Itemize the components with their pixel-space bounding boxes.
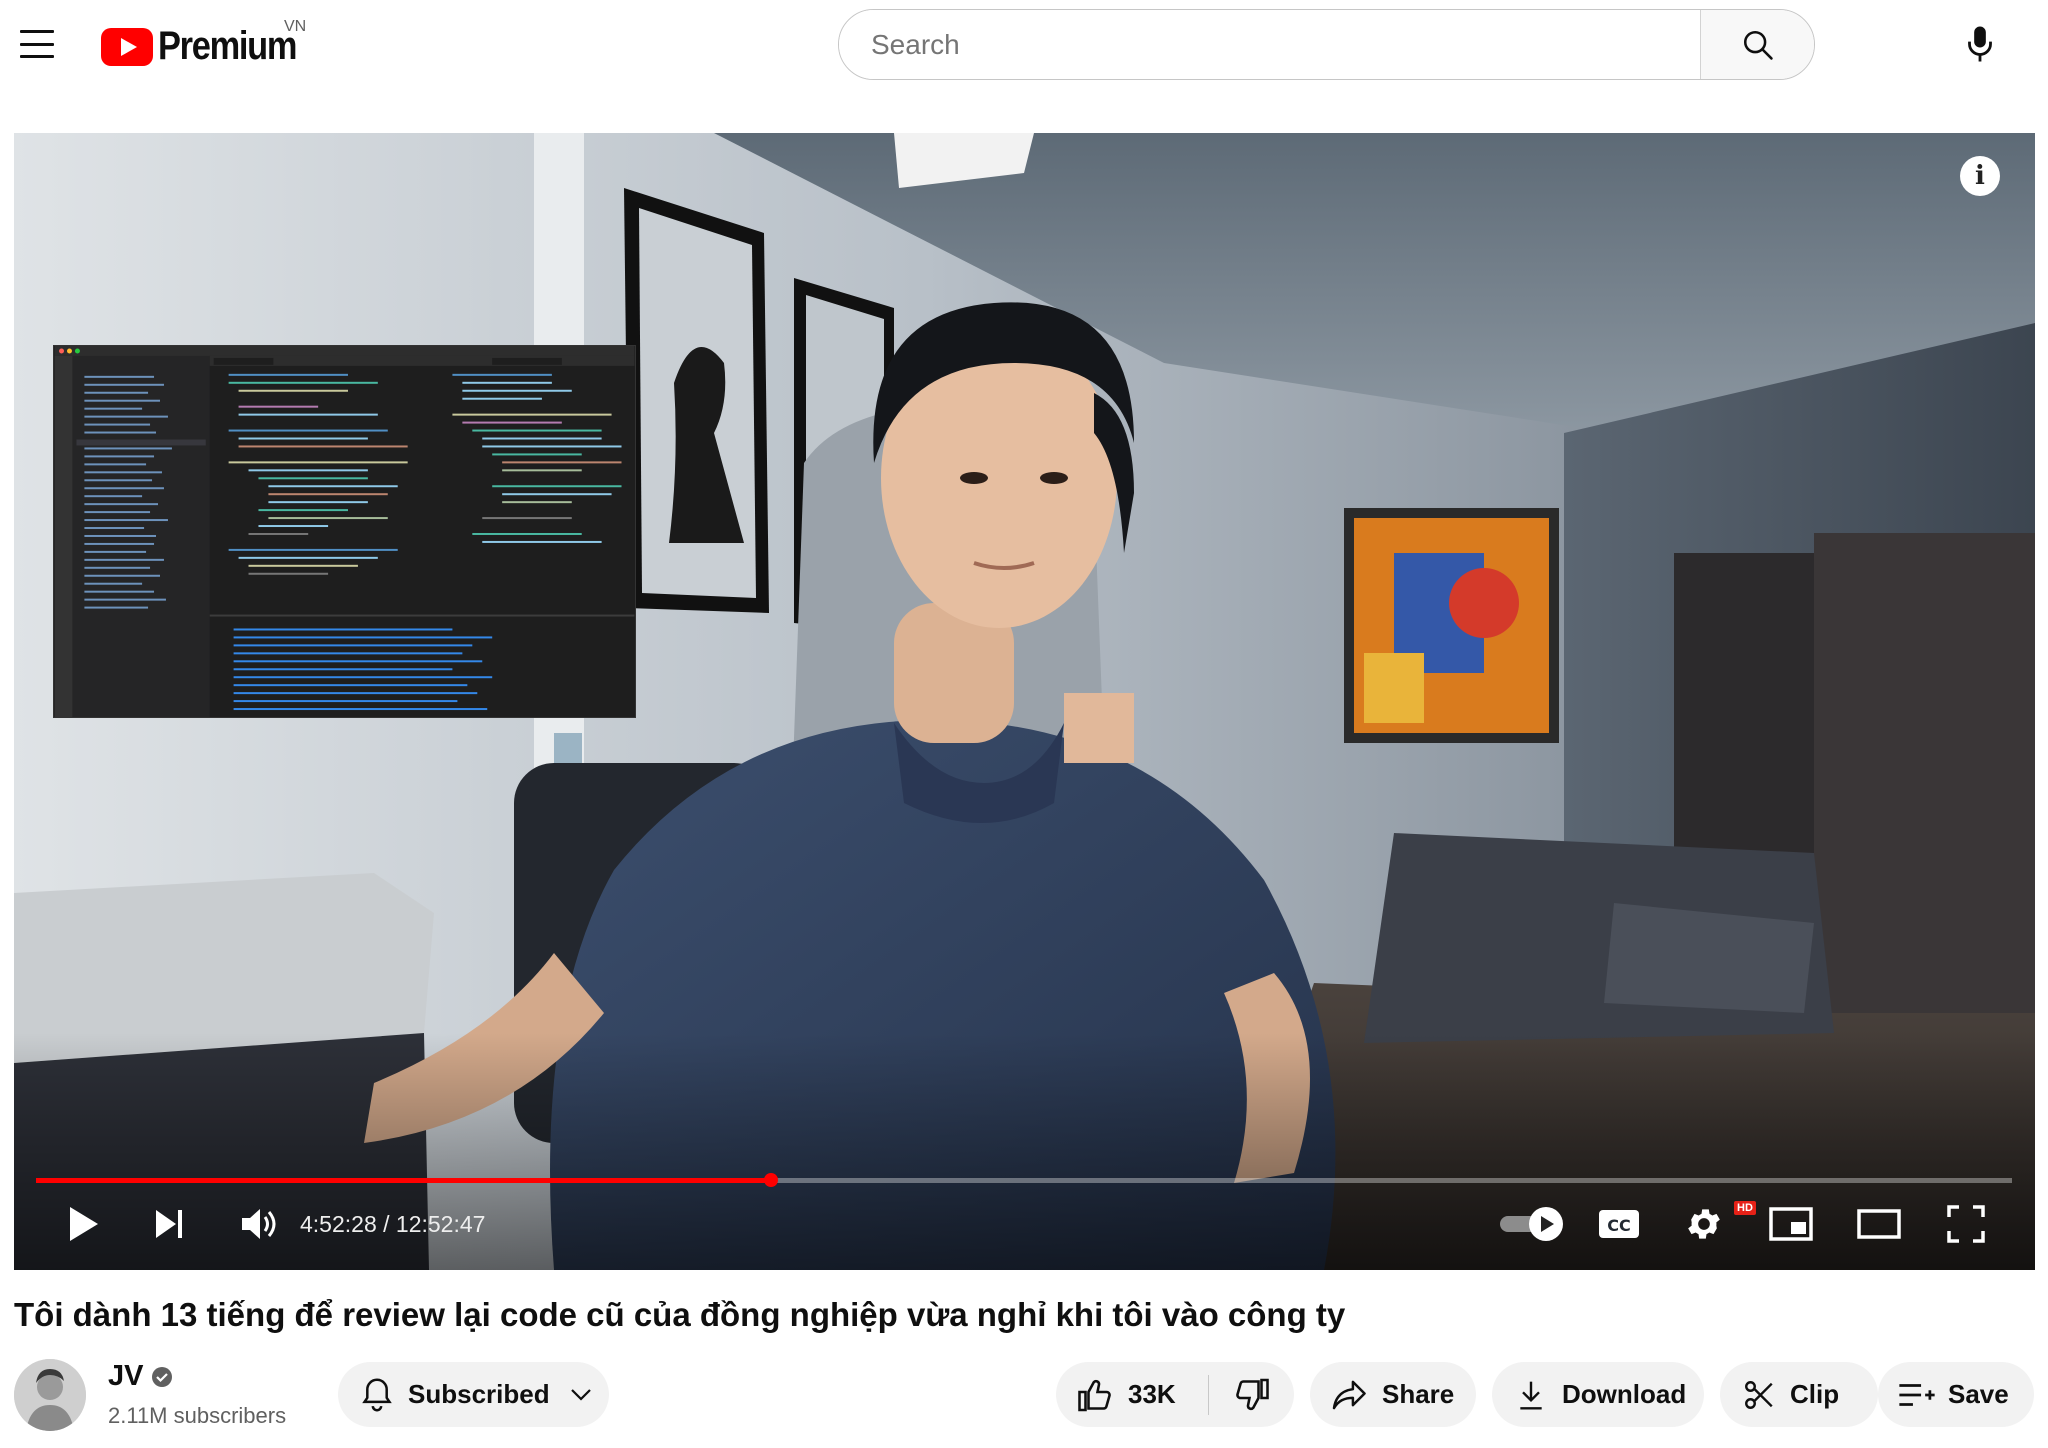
region-code: VN (284, 18, 307, 35)
download-button[interactable]: Download (1492, 1362, 1704, 1427)
scissors-icon (1745, 1380, 1773, 1409)
avatar-image (14, 1359, 86, 1431)
share-label: Share (1382, 1379, 1455, 1409)
voice-search-button[interactable] (1960, 24, 2000, 64)
progress-bar[interactable] (36, 1173, 2012, 1187)
menu-icon[interactable] (20, 30, 54, 58)
chevron-down-icon (570, 1388, 591, 1401)
bell-icon (362, 1378, 392, 1411)
playlist-add-icon (1899, 1383, 1935, 1406)
microphone-icon (1968, 26, 1992, 62)
download-label: Download (1562, 1379, 1687, 1409)
dislike-button[interactable] (1209, 1362, 1293, 1427)
download-icon (1520, 1381, 1542, 1410)
captions-button[interactable]: CC (1594, 1199, 1644, 1249)
search-icon (1743, 30, 1773, 60)
volume-button[interactable] (234, 1199, 284, 1249)
youtube-logo-icon (101, 27, 153, 66)
volume-icon (242, 1209, 276, 1239)
save-label: Save (1948, 1379, 2009, 1409)
next-icon (156, 1210, 182, 1238)
like-dislike-group: 33K (1056, 1362, 1294, 1427)
code-editor-overlay (53, 345, 636, 718)
fullscreen-icon (1947, 1205, 1985, 1243)
logo-text: Premium (158, 24, 297, 68)
thumbs-down-icon (1236, 1378, 1269, 1410)
channel-avatar[interactable] (14, 1359, 86, 1431)
subscribed-label: Subscribed (408, 1379, 550, 1409)
save-button[interactable]: Save (1878, 1362, 2034, 1427)
search-input[interactable] (839, 10, 1700, 79)
settings-button[interactable] (1679, 1199, 1729, 1249)
info-icon[interactable]: i (1960, 156, 2000, 196)
play-icon (70, 1207, 98, 1241)
thumbs-up-icon (1078, 1379, 1111, 1411)
clip-button[interactable]: Clip (1720, 1362, 1878, 1427)
play-button[interactable] (58, 1199, 108, 1249)
captions-icon: CC (1599, 1210, 1639, 1238)
subscribed-button[interactable]: Subscribed (338, 1362, 609, 1427)
video-title: Tôi dành 13 tiếng để review lại code cũ … (14, 1296, 1346, 1333)
settings-icon (1688, 1209, 1720, 1239)
time-display: 4:52:28 / 12:52:47 (300, 1211, 486, 1237)
autoplay-toggle[interactable] (1494, 1199, 1572, 1249)
search-bar (838, 9, 1815, 80)
video-player[interactable]: i 4:52:28 / 12:52:47 CC HD (14, 133, 2035, 1270)
fullscreen-button[interactable] (1939, 1199, 1993, 1249)
progress-scrubber[interactable] (764, 1173, 779, 1187)
miniplayer-button[interactable] (1764, 1199, 1818, 1249)
channel-name[interactable]: JV (108, 1360, 173, 1393)
channel-name-text: JV (108, 1360, 144, 1392)
progress-played (36, 1178, 772, 1183)
like-count: 33K (1128, 1379, 1176, 1409)
theater-icon (1857, 1209, 1901, 1239)
like-button[interactable]: 33K (1056, 1362, 1208, 1427)
share-icon (1332, 1380, 1366, 1409)
svg-text:CC: CC (1607, 1216, 1630, 1235)
subscriber-count: 2.11M subscribers (108, 1403, 287, 1428)
theater-mode-button[interactable] (1852, 1199, 1906, 1249)
clip-label: Clip (1790, 1379, 1840, 1409)
hd-badge: HD (1734, 1201, 1756, 1215)
search-button[interactable] (1700, 10, 1814, 79)
next-button[interactable] (144, 1199, 194, 1249)
share-button[interactable]: Share (1310, 1362, 1476, 1427)
verified-icon (152, 1366, 173, 1387)
miniplayer-icon (1769, 1207, 1813, 1241)
autoplay-toggle-icon (1500, 1207, 1563, 1241)
